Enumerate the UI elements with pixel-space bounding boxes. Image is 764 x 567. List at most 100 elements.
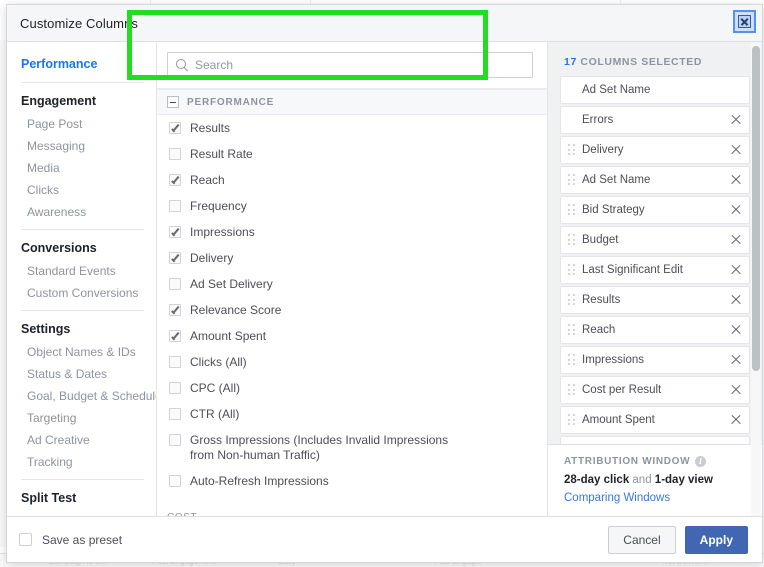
checkbox-icon[interactable] <box>169 434 181 446</box>
selected-column-chip[interactable]: Reach <box>560 316 750 344</box>
remove-icon[interactable] <box>729 143 743 157</box>
sidebar-item-settings[interactable]: Settings <box>7 317 156 341</box>
checkbox-checked-icon[interactable] <box>169 174 181 186</box>
cancel-button[interactable]: Cancel <box>608 525 676 554</box>
apply-button[interactable]: Apply <box>684 525 748 554</box>
remove-icon[interactable] <box>729 263 743 277</box>
drag-handle-icon[interactable] <box>568 144 577 156</box>
sidebar-item-custom-conversions[interactable]: Custom Conversions <box>7 282 156 304</box>
checkbox-icon[interactable] <box>169 408 181 420</box>
selected-column-chip[interactable]: Ends <box>560 436 750 444</box>
remove-icon[interactable] <box>729 443 743 444</box>
checkbox-icon[interactable] <box>169 475 181 487</box>
save-as-preset-checkbox[interactable] <box>19 533 32 546</box>
drag-handle-icon[interactable] <box>568 264 577 276</box>
sidebar-item-tracking[interactable]: Tracking <box>7 451 156 473</box>
option-label: Result Rate <box>190 146 253 161</box>
option-row-result-rate[interactable]: Result Rate <box>157 141 547 167</box>
drag-handle-icon[interactable] <box>568 324 577 336</box>
search-field-wrapper[interactable] <box>167 52 533 78</box>
remove-icon[interactable] <box>729 413 743 427</box>
option-row-ad-set-delivery[interactable]: Ad Set Delivery <box>157 271 547 297</box>
drag-handle-icon[interactable] <box>568 294 577 306</box>
drag-handle-icon[interactable] <box>568 174 577 186</box>
checkbox-icon[interactable] <box>169 278 181 290</box>
sidebar-item-media[interactable]: Media <box>7 157 156 179</box>
option-row-results[interactable]: Results <box>157 115 547 141</box>
checkbox-checked-icon[interactable] <box>169 252 181 264</box>
option-row-frequency[interactable]: Frequency <box>157 193 547 219</box>
option-row-delivery[interactable]: Delivery <box>157 245 547 271</box>
remove-icon[interactable] <box>729 323 743 337</box>
comparing-windows-link[interactable]: Comparing Windows <box>564 492 748 504</box>
selected-column-chip[interactable]: Budget <box>560 226 750 254</box>
selected-columns-scrollbar-thumb[interactable] <box>752 46 760 371</box>
info-icon[interactable]: i <box>695 456 707 467</box>
sidebar-item-split-test[interactable]: Split Test <box>7 486 156 510</box>
option-label: Delivery <box>190 250 234 265</box>
checkbox-checked-icon[interactable] <box>169 330 181 342</box>
option-row-cpc-all[interactable]: CPC (All) <box>157 375 547 401</box>
drag-handle-icon[interactable] <box>568 384 577 396</box>
option-row-impressions[interactable]: Impressions <box>157 219 547 245</box>
option-row-amount-spent[interactable]: Amount Spent <box>157 323 547 349</box>
remove-icon[interactable] <box>729 173 743 187</box>
selected-column-chip[interactable]: Results <box>560 286 750 314</box>
checkbox-icon[interactable] <box>169 200 181 212</box>
remove-icon[interactable] <box>729 233 743 247</box>
selected-column-chip[interactable]: Errors <box>560 106 750 134</box>
selected-columns-scroll[interactable]: Ad Set Name Errors Delivery Ad Set Name <box>548 76 762 444</box>
selected-column-chip[interactable]: Ad Set Name <box>560 166 750 194</box>
remove-icon[interactable] <box>729 383 743 397</box>
close-glyph <box>738 15 751 28</box>
section-header-performance[interactable]: PERFORMANCE <box>157 89 547 115</box>
sidebar-item-clicks[interactable]: Clicks <box>7 179 156 201</box>
checkbox-checked-icon[interactable] <box>169 122 181 134</box>
sidebar-item-awareness[interactable]: Awareness <box>7 201 156 223</box>
checkbox-icon[interactable] <box>169 382 181 394</box>
checkbox-checked-icon[interactable] <box>169 226 181 238</box>
sidebar-item-object-names-ids[interactable]: Object Names & IDs <box>7 341 156 363</box>
sidebar-item-conversions[interactable]: Conversions <box>7 236 156 260</box>
sidebar-item-page-post[interactable]: Page Post <box>7 113 156 135</box>
option-row-relevance-score[interactable]: Relevance Score <box>157 297 547 323</box>
remove-icon[interactable] <box>729 353 743 367</box>
drag-handle-icon[interactable] <box>568 354 577 366</box>
columns-scroll-area[interactable]: PERFORMANCE Results Result Rate Reach Fr… <box>157 89 547 516</box>
drag-handle-icon[interactable] <box>568 414 577 426</box>
sidebar-item-goal-budget-schedule[interactable]: Goal, Budget & Schedule <box>7 385 156 407</box>
selected-column-chip[interactable]: Ad Set Name <box>560 76 750 104</box>
option-row-auto-refresh-impressions[interactable]: Auto-Refresh Impressions <box>157 468 547 494</box>
sidebar-item-engagement[interactable]: Engagement <box>7 89 156 113</box>
remove-icon[interactable] <box>729 113 743 127</box>
option-row-ctr-all[interactable]: CTR (All) <box>157 401 547 427</box>
collapse-minus-icon[interactable] <box>167 96 179 108</box>
remove-icon[interactable] <box>729 203 743 217</box>
selected-column-chip[interactable]: Delivery <box>560 136 750 164</box>
option-row-gross-impressions[interactable]: Gross Impressions (Includes Invalid Impr… <box>157 427 547 468</box>
checkbox-checked-icon[interactable] <box>169 304 181 316</box>
drag-handle-icon[interactable] <box>568 234 577 246</box>
selected-columns-scrollbar-track[interactable] <box>751 42 761 516</box>
sidebar-item-targeting[interactable]: Targeting <box>7 407 156 429</box>
sidebar-item-messaging[interactable]: Messaging <box>7 135 156 157</box>
sidebar-item-ad-creative[interactable]: Ad Creative <box>7 429 156 451</box>
option-row-clicks-all[interactable]: Clicks (All) <box>157 349 547 375</box>
selected-column-chip[interactable]: Impressions <box>560 346 750 374</box>
sidebar-item-status-dates[interactable]: Status & Dates <box>7 363 156 385</box>
save-as-preset-label: Save as preset <box>42 532 123 547</box>
checkbox-icon[interactable] <box>169 356 181 368</box>
selected-column-chip[interactable]: Amount Spent <box>560 406 750 434</box>
sidebar-item-performance[interactable]: Performance <box>7 52 156 76</box>
remove-icon[interactable] <box>729 293 743 307</box>
search-input[interactable] <box>195 58 524 72</box>
option-row-reach[interactable]: Reach <box>157 167 547 193</box>
selected-column-chip[interactable]: Last Significant Edit <box>560 256 750 284</box>
checkbox-icon[interactable] <box>169 148 181 160</box>
sidebar-item-standard-events[interactable]: Standard Events <box>7 260 156 282</box>
nav-divider <box>21 479 144 480</box>
selected-column-chip[interactable]: Bid Strategy <box>560 196 750 224</box>
drag-handle-icon[interactable] <box>568 204 577 216</box>
close-icon[interactable] <box>733 10 756 33</box>
selected-column-chip[interactable]: Cost per Result <box>560 376 750 404</box>
